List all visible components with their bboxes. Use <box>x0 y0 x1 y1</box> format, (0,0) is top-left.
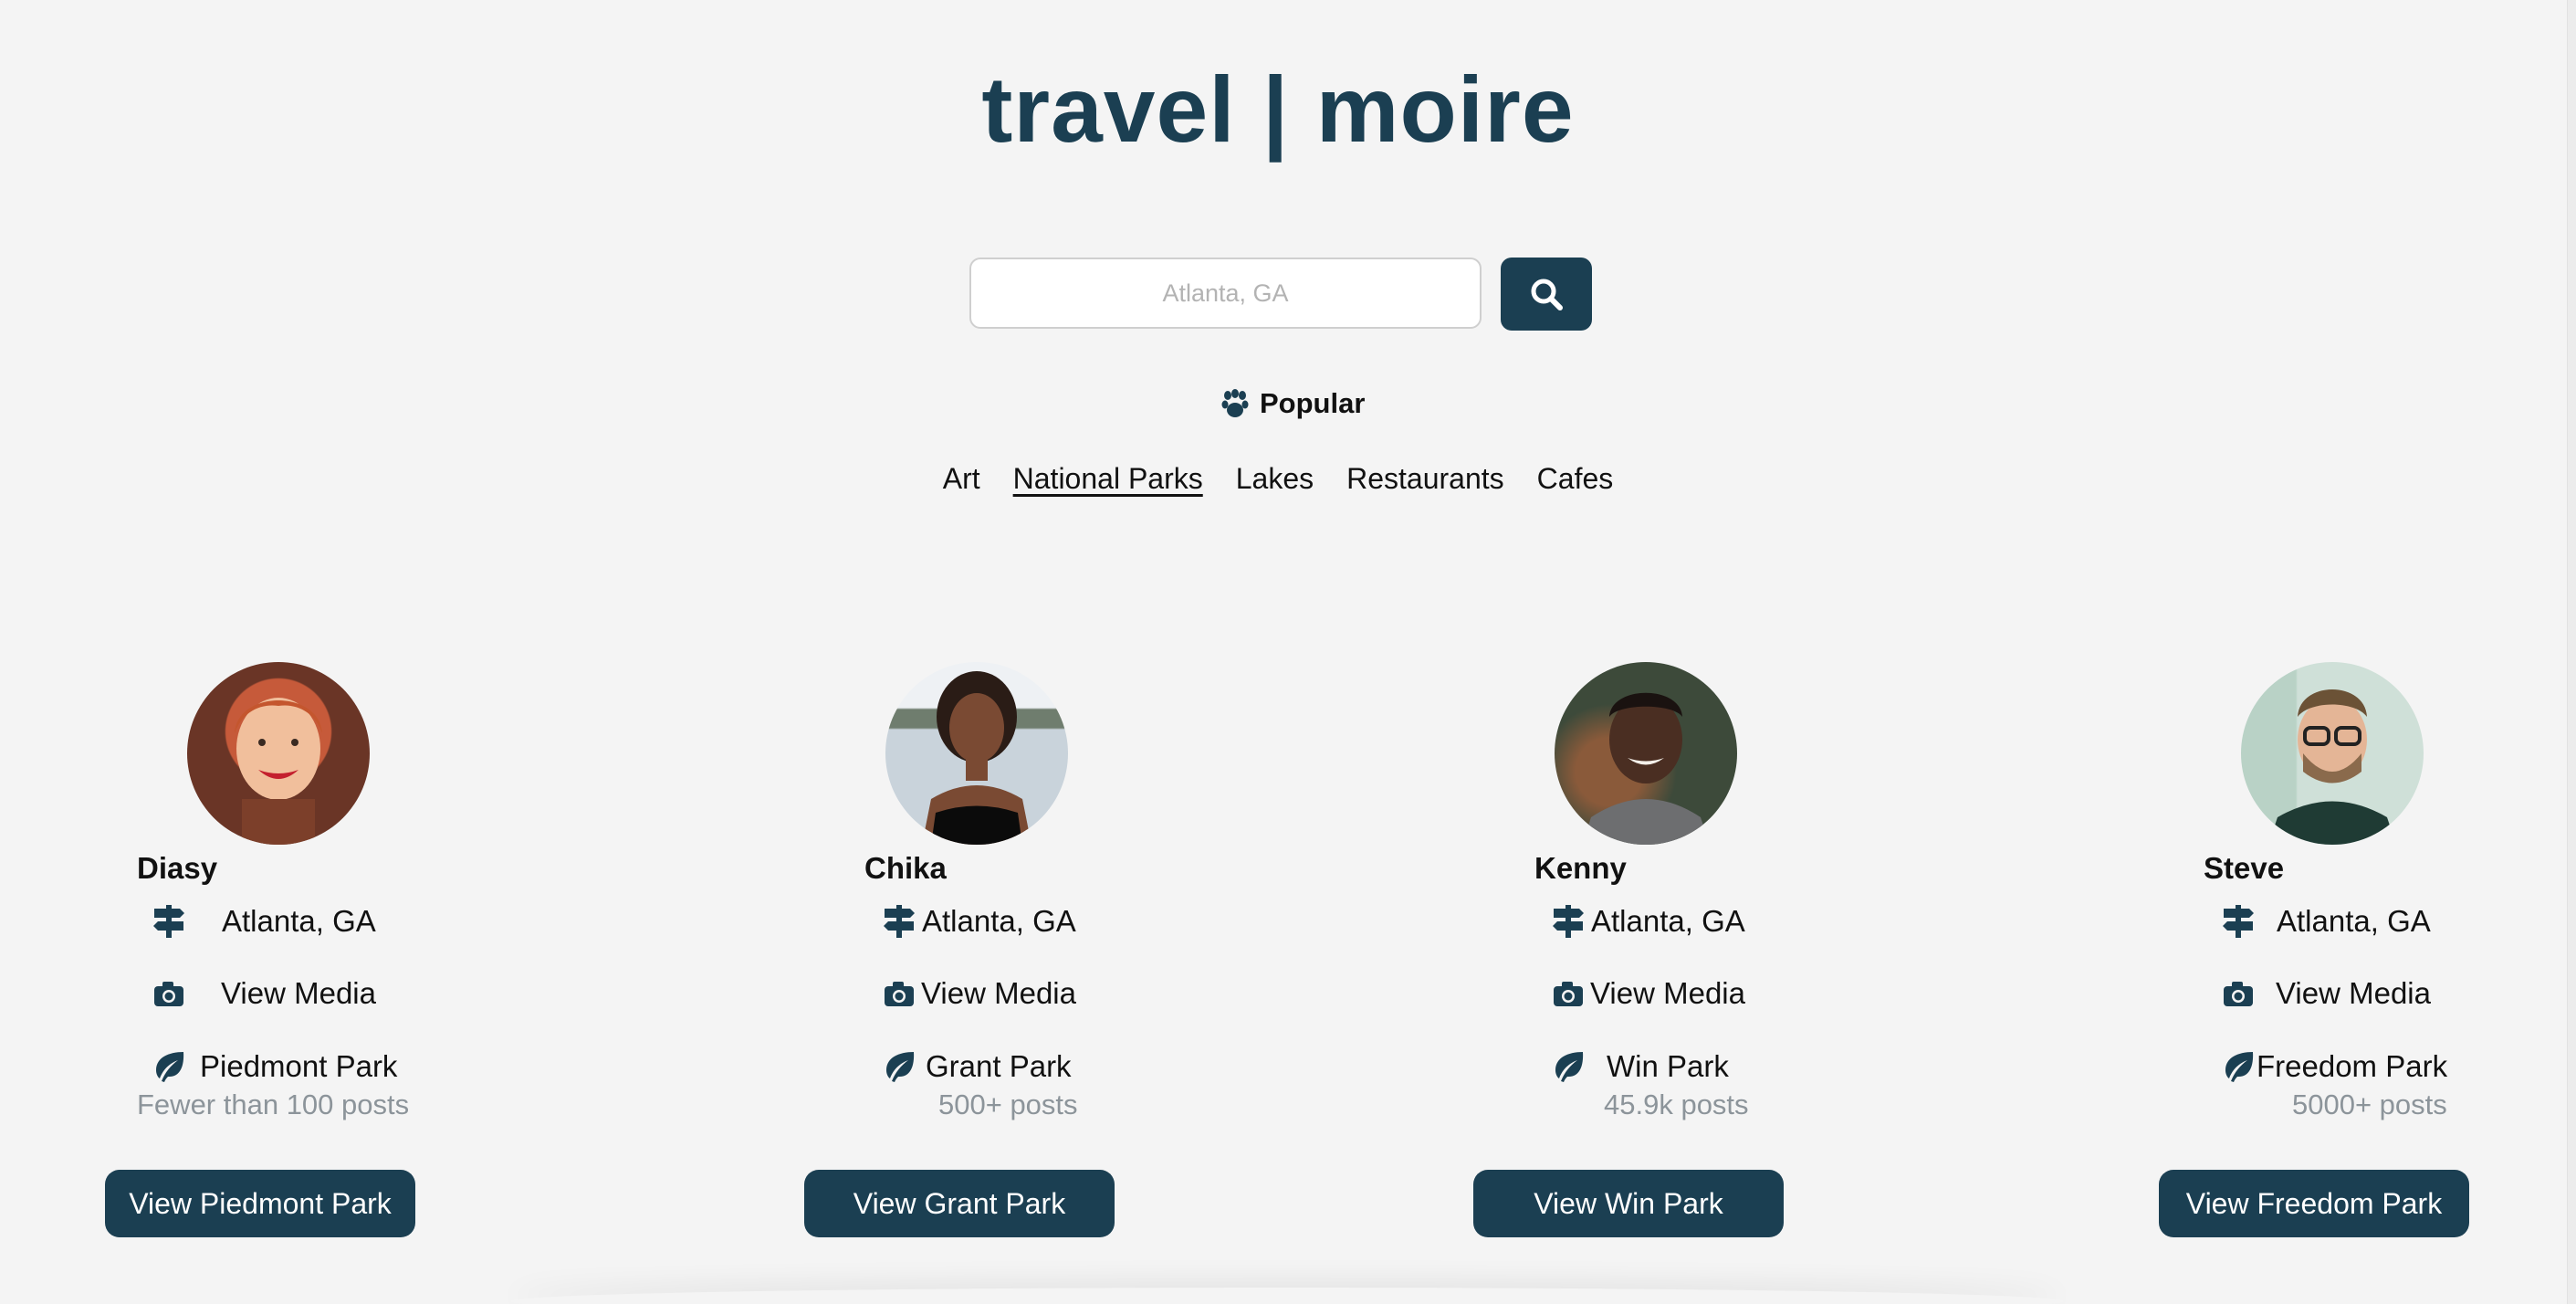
leaf-icon <box>1550 1048 1586 1085</box>
park-row: Piedmont Park <box>151 1048 397 1085</box>
view-park-button[interactable]: View Freedom Park <box>2159 1170 2469 1237</box>
park-name: Freedom Park <box>2257 1049 2448 1083</box>
post-count: Fewer than 100 posts <box>137 1088 410 1120</box>
location-text: Atlanta, GA <box>222 904 376 938</box>
camera-icon <box>881 975 917 1012</box>
park-row: Freedom Park <box>2220 1048 2447 1085</box>
user-name: Diasy <box>137 851 218 885</box>
leaf-icon <box>2220 1048 2257 1085</box>
park-name: Win Park <box>1607 1049 1729 1083</box>
view-media-link[interactable]: View Media <box>221 976 376 1011</box>
location-text: Atlanta, GA <box>2277 904 2431 938</box>
view-park-button[interactable]: View Grant Park <box>804 1170 1115 1237</box>
tab-art[interactable]: Art <box>943 462 980 496</box>
tab-national-parks[interactable]: National Parks <box>1013 462 1203 496</box>
search-icon <box>1531 279 1563 310</box>
media-row[interactable]: View Media <box>1550 975 1745 1012</box>
user-name: Chika <box>864 851 947 885</box>
avatar <box>187 662 370 845</box>
signpost-icon <box>881 903 917 940</box>
signpost-icon <box>2220 903 2257 940</box>
camera-icon <box>2220 975 2257 1012</box>
view-media-link[interactable]: View Media <box>1590 976 1745 1011</box>
camera-icon <box>151 975 187 1012</box>
location-row: Atlanta, GA <box>151 903 376 940</box>
location-row: Atlanta, GA <box>881 903 1076 940</box>
park-name: Piedmont Park <box>200 1049 398 1083</box>
footer-shadow <box>511 1288 2063 1304</box>
park-row: Grant Park <box>881 1048 1072 1085</box>
camera-icon <box>1550 975 1586 1012</box>
media-row[interactable]: View Media <box>2220 975 2431 1012</box>
search-input[interactable] <box>969 258 1482 329</box>
tab-restaurants[interactable]: Restaurants <box>1346 462 1504 496</box>
scrollbar[interactable] <box>2567 0 2576 1304</box>
signpost-icon <box>151 903 187 940</box>
search-button[interactable] <box>1501 258 1592 331</box>
avatar <box>2241 662 2424 845</box>
avatar <box>1555 662 1737 845</box>
tab-lakes[interactable]: Lakes <box>1236 462 1314 496</box>
category-tabs: Art National Parks Lakes Restaurants Caf… <box>0 462 2556 496</box>
avatar <box>885 662 1068 845</box>
post-count: 5000+ posts <box>2292 1088 2447 1120</box>
park-name: Grant Park <box>926 1049 1072 1083</box>
location-row: Atlanta, GA <box>2220 903 2431 940</box>
popular-heading: Popular <box>1221 384 1365 424</box>
media-row[interactable]: View Media <box>151 975 376 1012</box>
paw-icon <box>1221 389 1249 417</box>
site-title: travel | moire <box>981 58 1575 162</box>
user-name: Steve <box>2204 851 2285 885</box>
tab-cafes[interactable]: Cafes <box>1537 462 1614 496</box>
view-park-button[interactable]: View Piedmont Park <box>105 1170 415 1237</box>
post-count: 500+ posts <box>938 1088 1078 1120</box>
post-count: 45.9k posts <box>1604 1088 1749 1120</box>
location-text: Atlanta, GA <box>1591 904 1745 938</box>
location-row: Atlanta, GA <box>1550 903 1745 940</box>
view-media-link[interactable]: View Media <box>2276 976 2431 1011</box>
park-row: Win Park <box>1550 1048 1729 1085</box>
user-name: Kenny <box>1534 851 1627 885</box>
leaf-icon <box>151 1048 187 1085</box>
popular-label: Popular <box>1260 387 1366 419</box>
leaf-icon <box>881 1048 917 1085</box>
view-media-link[interactable]: View Media <box>921 976 1076 1011</box>
signpost-icon <box>1550 903 1586 940</box>
view-park-button[interactable]: View Win Park <box>1473 1170 1784 1237</box>
media-row[interactable]: View Media <box>881 975 1076 1012</box>
location-text: Atlanta, GA <box>922 904 1076 938</box>
